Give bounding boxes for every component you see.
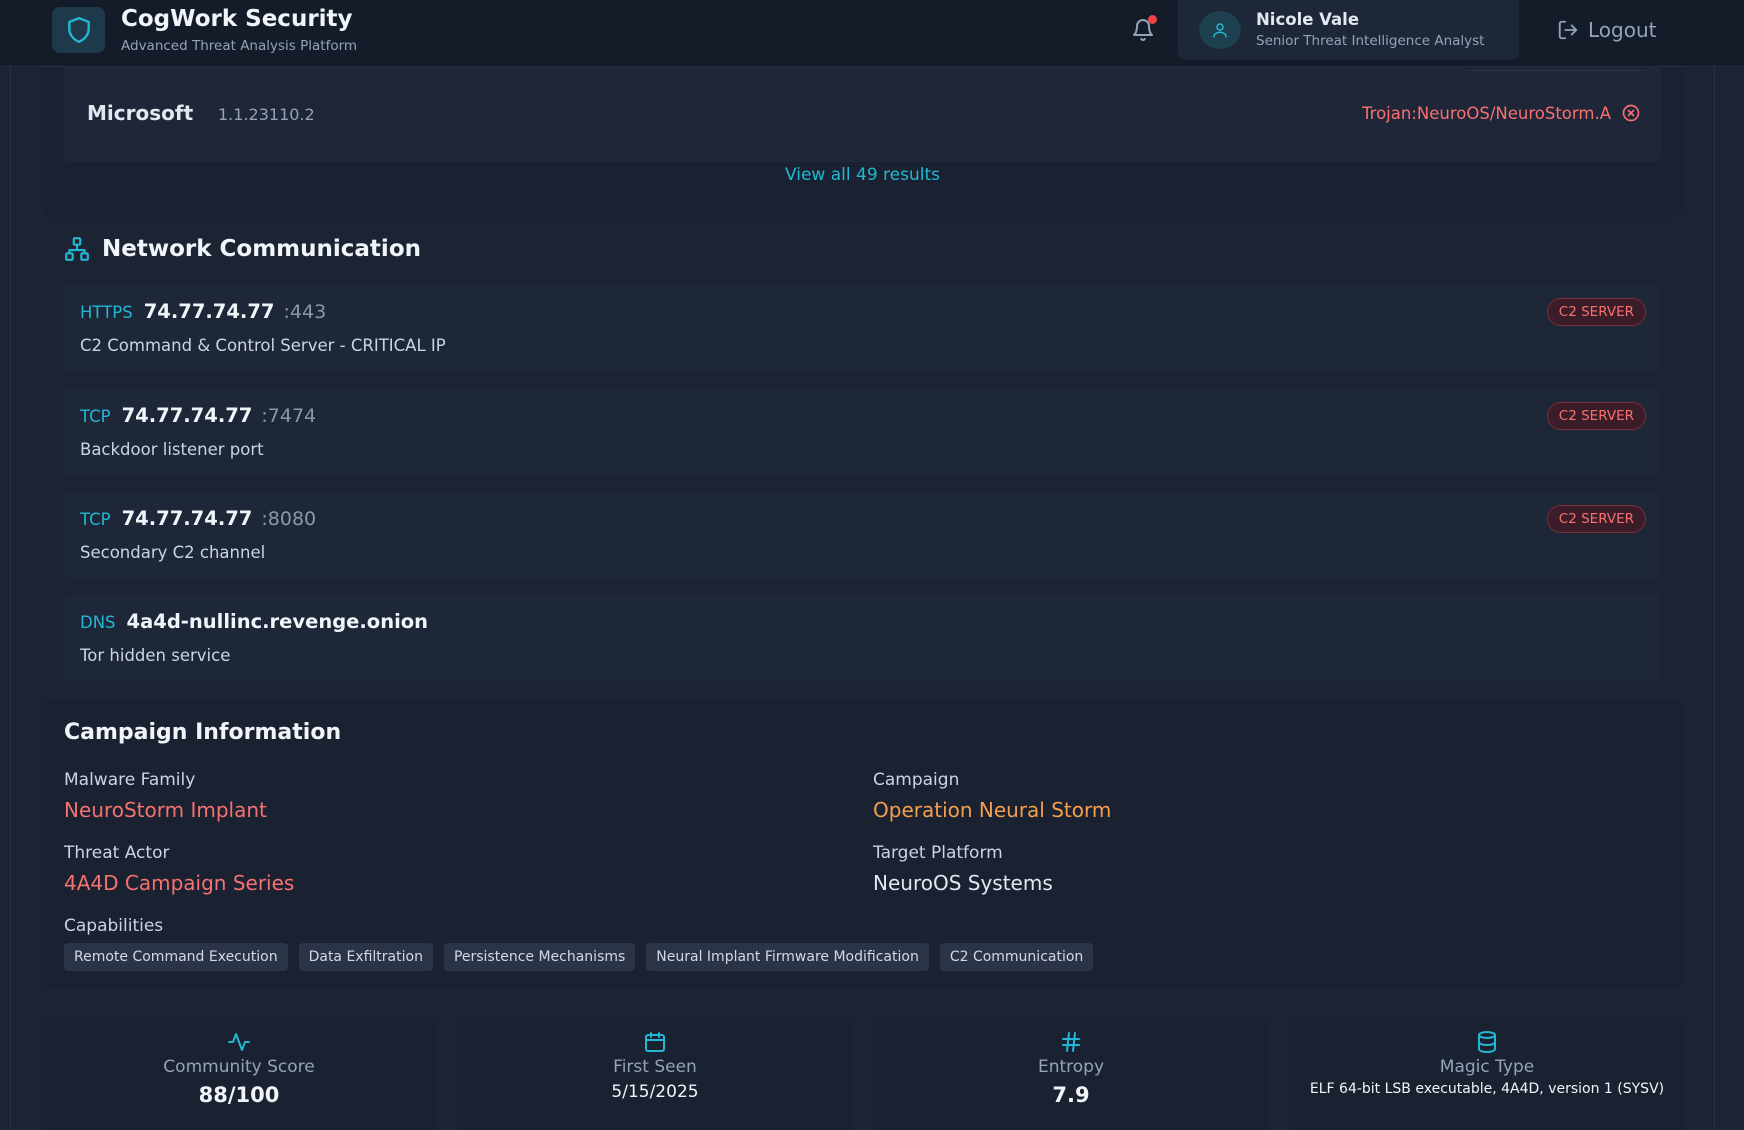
clipped-row-divider xyxy=(1471,63,1641,71)
network-connection-item[interactable]: HTTPS 74.77.74.77 :443 C2 Command & Cont… xyxy=(64,284,1661,371)
campaign-info-panel: Campaign Information Malware Family Neur… xyxy=(42,700,1683,988)
capabilities-list: Remote Command Execution Data Exfiltrati… xyxy=(64,943,1094,971)
connection-protocol: HTTPS xyxy=(80,303,133,322)
stat-value: 5/15/2025 xyxy=(611,1082,699,1102)
connection-description: C2 Command & Control Server - CRITICAL I… xyxy=(80,336,446,355)
capability-tag: Neural Implant Firmware Modification xyxy=(646,943,929,971)
network-connection-item[interactable]: DNS 4a4d-nullinc.revenge.onion Tor hidde… xyxy=(64,594,1661,681)
user-profile-card[interactable]: Nicole Vale Senior Threat Intelligence A… xyxy=(1178,0,1519,60)
av-detection-label: Trojan:NeuroOS/NeuroStorm.A xyxy=(1362,103,1611,123)
av-vendor-name: Microsoft xyxy=(87,101,194,125)
activity-icon xyxy=(228,1033,250,1051)
user-role: Senior Threat Intelligence Analyst xyxy=(1256,33,1485,49)
stat-card-community-score: Community Score 88/100 xyxy=(42,1017,436,1130)
campaign-label: Campaign xyxy=(873,770,960,790)
notification-dot xyxy=(1148,15,1157,24)
target-platform-label: Target Platform xyxy=(873,843,1003,863)
network-section-title: Network Communication xyxy=(102,236,421,262)
network-section-header: Network Communication xyxy=(64,236,421,262)
capability-tag: Data Exfiltration xyxy=(298,943,433,971)
connection-description: Backdoor listener port xyxy=(80,440,264,459)
connection-protocol: TCP xyxy=(80,510,111,529)
connection-protocol: TCP xyxy=(80,407,111,426)
stat-label: Community Score xyxy=(163,1057,315,1077)
user-name: Nicole Vale xyxy=(1256,10,1360,29)
c2-server-badge: C2 SERVER xyxy=(1546,505,1646,533)
stat-card-entropy: Entropy 7.9 xyxy=(874,1017,1268,1130)
calendar-icon xyxy=(645,1032,665,1052)
threat-actor-value[interactable]: 4A4D Campaign Series xyxy=(64,871,294,895)
connection-port: :8080 xyxy=(261,508,317,530)
stat-value: ELF 64-bit LSB executable, 4A4D, version… xyxy=(1309,1081,1665,1097)
network-connection-item[interactable]: TCP 74.77.74.77 :7474 Backdoor listener … xyxy=(64,388,1661,475)
stat-card-magic-type: Magic Type ELF 64-bit LSB executable, 4A… xyxy=(1290,1017,1684,1130)
c2-server-badge: C2 SERVER xyxy=(1546,298,1646,326)
stat-label: Magic Type xyxy=(1439,1057,1535,1077)
connection-host: 74.77.74.77 xyxy=(121,404,253,427)
connection-port: :443 xyxy=(283,301,327,323)
campaign-section-title: Campaign Information xyxy=(64,720,342,745)
shield-logo-icon xyxy=(52,7,105,53)
capabilities-label: Capabilities xyxy=(64,916,164,936)
network-connection-item[interactable]: TCP 74.77.74.77 :8080 Secondary C2 chann… xyxy=(64,491,1661,578)
notification-bell-icon[interactable] xyxy=(1129,15,1157,44)
capability-tag: C2 Communication xyxy=(939,943,1094,971)
malware-family-label: Malware Family xyxy=(64,770,196,790)
logout-icon xyxy=(1558,20,1578,40)
stat-label: Entropy xyxy=(1037,1057,1105,1077)
av-vendor-version: 1.1.23110.2 xyxy=(218,105,315,124)
stat-value: 88/100 xyxy=(198,1083,280,1107)
connection-host: 4a4d-nullinc.revenge.onion xyxy=(126,610,429,633)
stat-label: First Seen xyxy=(613,1057,697,1077)
connection-host: 74.77.74.77 xyxy=(121,507,253,530)
app-subtitle: Advanced Threat Analysis Platform xyxy=(121,38,358,54)
threat-actor-label: Threat Actor xyxy=(64,843,170,863)
content-frame-edge xyxy=(1714,67,1715,1130)
capability-tag: Remote Command Execution xyxy=(64,943,288,971)
logout-label: Logout xyxy=(1588,18,1657,42)
top-header: CogWork Security Advanced Threat Analysi… xyxy=(0,0,1744,67)
stat-card-first-seen: First Seen 5/15/2025 xyxy=(458,1017,852,1130)
view-all-results-link[interactable]: View all 49 results xyxy=(42,165,1683,185)
connection-protocol: DNS xyxy=(80,613,116,632)
user-avatar-icon xyxy=(1199,11,1241,49)
connection-port: :7474 xyxy=(261,405,317,427)
network-icon xyxy=(65,237,89,261)
x-circle-icon xyxy=(1622,104,1640,122)
app-title: CogWork Security xyxy=(121,6,353,32)
malware-family-value[interactable]: NeuroStorm Implant xyxy=(64,798,267,822)
capability-tag: Persistence Mechanisms xyxy=(443,943,636,971)
av-detection-result: Trojan:NeuroOS/NeuroStorm.A xyxy=(1362,103,1641,123)
connection-description: Tor hidden service xyxy=(80,646,231,665)
connection-description: Secondary C2 channel xyxy=(80,543,266,562)
campaign-value[interactable]: Operation Neural Storm xyxy=(873,798,1111,822)
hash-icon xyxy=(1062,1032,1080,1052)
database-icon xyxy=(1478,1031,1496,1054)
antivirus-row: Microsoft 1.1.23110.2 Trojan:NeuroOS/Neu… xyxy=(64,67,1661,162)
logout-button[interactable]: Logout xyxy=(1557,16,1656,44)
stat-value: 7.9 xyxy=(1052,1083,1090,1107)
antivirus-results-panel: Microsoft 1.1.23110.2 Trojan:NeuroOS/Neu… xyxy=(42,67,1683,217)
target-platform-value: NeuroOS Systems xyxy=(873,871,1053,895)
connection-host: 74.77.74.77 xyxy=(143,300,275,323)
content-frame-edge xyxy=(10,67,11,1130)
c2-server-badge: C2 SERVER xyxy=(1546,402,1646,430)
